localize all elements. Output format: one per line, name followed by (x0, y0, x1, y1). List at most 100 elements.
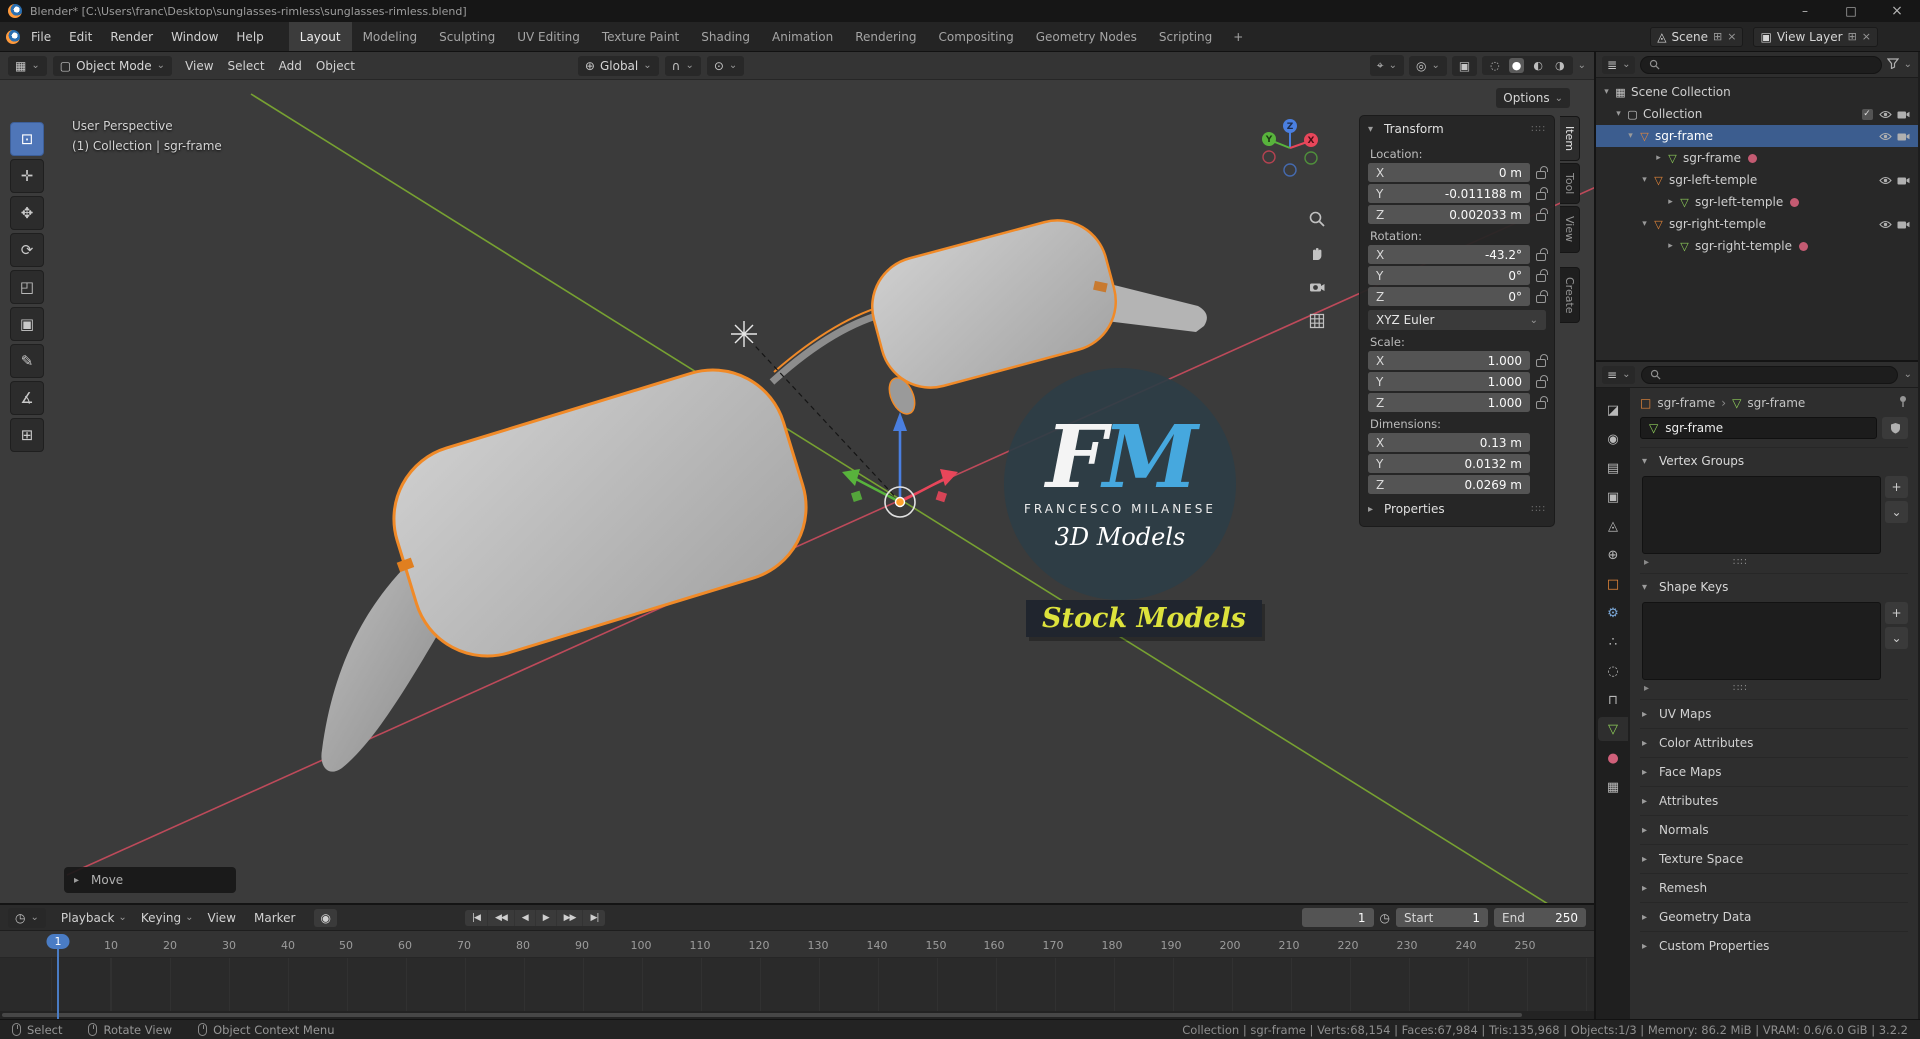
mode-selector[interactable]: ▢ Object Mode ⌄ (52, 55, 173, 76)
outliner-row[interactable]: ▾ ▦ Scene Collection ✓ (1596, 81, 1918, 103)
properties-tab[interactable]: ⊓ (1598, 688, 1628, 712)
shading-mode-button[interactable]: ◐ (1530, 58, 1546, 73)
auto-keying-toggle[interactable]: ◉ (314, 908, 337, 927)
gizmos-toggle[interactable]: ⌖ ⌄ (1369, 55, 1404, 76)
outliner-row[interactable]: ▸ ▽ sgr-left-temple ✓ (1596, 191, 1918, 213)
expander-icon[interactable]: ▾ (1638, 175, 1651, 185)
pan-hand-icon[interactable] (1306, 242, 1328, 264)
rotation-mode-dropdown[interactable]: XYZ Euler ⌄ (1368, 310, 1546, 330)
workspace-tab[interactable]: Geometry Nodes (1025, 22, 1148, 51)
add-workspace-button[interactable]: + (1225, 30, 1251, 44)
transport-button[interactable]: ▶▶ (556, 909, 583, 926)
outliner-row[interactable]: ▾ ▽ sgr-frame ✓ (1596, 125, 1918, 147)
scene-selector[interactable]: ◬ Scene ⊞ × (1650, 26, 1744, 47)
properties-tab[interactable]: ⊕ (1598, 543, 1628, 567)
visibility-eye-icon[interactable] (1876, 128, 1894, 144)
menu-item[interactable]: Window (162, 26, 227, 48)
visibility-eye-icon[interactable] (1876, 172, 1894, 188)
pin-icon[interactable] (1898, 395, 1908, 410)
breadcrumb-data[interactable]: sgr-frame (1747, 396, 1805, 410)
viewport-menu-item[interactable]: Object (309, 55, 362, 77)
collapsed-panel-header[interactable]: ▸ Geometry Data (1640, 902, 1908, 931)
xray-toggle[interactable]: ▣ (1451, 55, 1478, 76)
editor-type-selector[interactable]: ▦ ⌄ (8, 55, 47, 76)
properties-search-input[interactable] (1641, 365, 1898, 384)
workspace-tab[interactable]: Shading (690, 22, 761, 51)
collapsed-panel-header[interactable]: ▸ Custom Properties (1640, 931, 1908, 960)
lock-icon[interactable] (1536, 289, 1548, 303)
menu-item[interactable]: Help (227, 26, 272, 48)
properties-tab[interactable]: ◌ (1598, 659, 1628, 683)
outliner-editor-selector[interactable]: ≣ ⌄ (1602, 55, 1636, 74)
tool-button[interactable]: ✥ (10, 196, 44, 230)
collection-checkbox-icon[interactable]: ✓ (1858, 106, 1876, 122)
viewport-menu-item[interactable]: Add (272, 55, 309, 77)
options-dropdown[interactable]: Options ⌄ (1496, 88, 1570, 108)
shape-keys-header[interactable]: ▾ Shape Keys (1640, 573, 1908, 600)
dimensions-value-field[interactable]: Y 0.0132 m (1368, 454, 1530, 473)
outliner-search-input[interactable] (1640, 55, 1882, 74)
lock-icon[interactable] (1536, 186, 1548, 200)
scale-value-field[interactable]: X 1.000 (1368, 351, 1530, 370)
timeline-scrollbar[interactable] (0, 1011, 1594, 1019)
blender-menu-icon[interactable] (6, 29, 20, 44)
proportional-editing-toggle[interactable]: ⊙ ⌄ (706, 55, 745, 76)
current-frame-field[interactable]: 1 (1301, 908, 1374, 927)
maximize-button[interactable]: □ (1828, 0, 1874, 22)
data-name-input[interactable]: ▽ sgr-frame (1640, 417, 1877, 439)
chevron-down-icon[interactable]: ⌄ (1904, 369, 1912, 380)
scrollbar-handle[interactable] (2, 1013, 1522, 1017)
view-layer-selector[interactable]: ▣ View Layer ⊞ × (1753, 26, 1878, 47)
properties-panel-header[interactable]: ▸ Properties ∷∷ (1360, 496, 1554, 522)
render-visibility-camera-icon[interactable] (1894, 216, 1912, 232)
properties-tab[interactable]: ◬ (1598, 514, 1628, 538)
list-resize-grip-icon[interactable]: ∷∷ (1733, 683, 1748, 694)
properties-tab[interactable]: ◪ (1598, 398, 1628, 422)
vertex-groups-header[interactable]: ▾ Vertex Groups (1640, 447, 1908, 474)
visibility-eye-icon[interactable] (1876, 106, 1894, 122)
properties-tab[interactable]: ∴ (1598, 630, 1628, 654)
properties-tab[interactable]: ⚙ (1598, 601, 1628, 625)
workspace-tab[interactable]: Modeling (352, 22, 429, 51)
transport-button[interactable]: ▶ (535, 909, 556, 926)
zoom-icon[interactable] (1306, 208, 1328, 230)
expander-icon[interactable]: ▸ (1652, 153, 1665, 163)
expander-icon[interactable]: ▾ (1638, 219, 1651, 229)
outliner-row[interactable]: ▾ ▽ sgr-left-temple ✓ (1596, 169, 1918, 191)
snap-toggle[interactable]: ∩ ⌄ (664, 55, 701, 76)
sidebar-tab[interactable]: Create (1560, 266, 1580, 324)
viewport-canvas[interactable] (0, 52, 1594, 903)
rotation-value-field[interactable]: Y 0° (1368, 266, 1530, 285)
expander-icon[interactable]: ▸ (1664, 241, 1677, 251)
timeline-menu-item[interactable]: Playback ⌄ (54, 908, 134, 928)
timeline-menu-item[interactable]: Marker (247, 908, 306, 928)
properties-tab[interactable]: ◉ (1598, 427, 1628, 451)
new-scene-icon[interactable]: ⊞ (1713, 30, 1722, 43)
properties-tab[interactable]: ▣ (1598, 485, 1628, 509)
workspace-tab[interactable]: UV Editing (506, 22, 591, 51)
list-resize-grip-icon[interactable]: ∷∷ (1733, 557, 1748, 568)
timeline-track[interactable] (0, 958, 1594, 1011)
expander-icon[interactable]: ▾ (1624, 131, 1637, 141)
lock-icon[interactable] (1536, 374, 1548, 388)
expander-icon[interactable]: ▾ (1612, 109, 1625, 119)
workspace-tab[interactable]: Sculpting (428, 22, 506, 51)
preview-range-icon[interactable]: ◷ (1380, 911, 1390, 925)
dimensions-value-field[interactable]: X 0.13 m (1368, 433, 1530, 452)
frame-start-field[interactable]: Start 1 (1396, 908, 1488, 927)
render-visibility-camera-icon[interactable] (1894, 172, 1912, 188)
add-shape-key-button[interactable]: + (1885, 602, 1908, 624)
vertex-groups-list[interactable] (1642, 476, 1881, 554)
properties-editor-selector[interactable]: ≡ ⌄ (1602, 365, 1636, 384)
panel-grip-icon[interactable]: ∷∷ (1531, 124, 1546, 135)
location-value-field[interactable]: X 0 m (1368, 163, 1530, 182)
menu-item[interactable]: Edit (60, 26, 101, 48)
tool-button[interactable]: ⊞ (10, 418, 44, 452)
outliner-row[interactable]: ▸ ▽ sgr-frame ✓ (1596, 147, 1918, 169)
transport-button[interactable]: |◀ (464, 909, 487, 926)
lock-icon[interactable] (1536, 247, 1548, 261)
expander-icon[interactable]: ▾ (1600, 87, 1613, 97)
lock-icon[interactable] (1536, 207, 1548, 221)
add-vertex-group-button[interactable]: + (1885, 476, 1908, 498)
transform-orientation-selector[interactable]: ⊕ Global ⌄ (577, 55, 659, 76)
